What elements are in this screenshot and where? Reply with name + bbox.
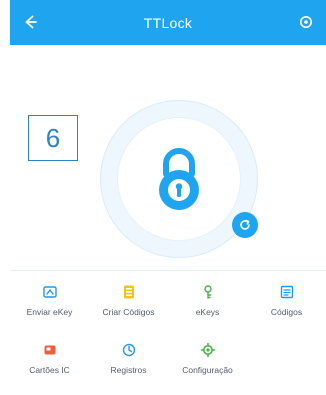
settings-button[interactable] xyxy=(292,8,320,36)
menu-label: Códigos xyxy=(270,307,303,317)
back-button[interactable] xyxy=(16,8,44,36)
padlock-icon xyxy=(159,148,199,210)
settings-icon xyxy=(300,16,312,28)
app-header: TTLock xyxy=(10,0,326,45)
menu-item-records[interactable]: Registros xyxy=(89,341,168,385)
menu-item-send-ekey[interactable]: Enviar eKey xyxy=(10,283,89,327)
menu-label: Criar Códigos xyxy=(102,307,155,317)
menu-item-ekeys[interactable]: eKeys xyxy=(168,283,247,327)
create-codes-icon xyxy=(120,283,138,301)
menu-label: Configuração xyxy=(182,365,233,375)
number-badge: 6 xyxy=(28,115,78,161)
menu-item-configuration[interactable]: Configuração xyxy=(168,341,247,385)
feature-menu: Enviar eKey Criar Códigos eKeys Códigos … xyxy=(10,283,326,393)
menu-item-codes[interactable]: Códigos xyxy=(247,283,326,327)
menu-label: Registros xyxy=(110,365,147,375)
refresh-button[interactable] xyxy=(232,212,258,238)
codes-icon xyxy=(278,283,296,301)
menu-label: eKeys xyxy=(195,307,220,317)
send-ekey-icon xyxy=(41,283,59,301)
menu-item-create-codes[interactable]: Criar Códigos xyxy=(89,283,168,327)
menu-label: Enviar eKey xyxy=(26,307,73,317)
menu-item-ic-cards[interactable]: Cartões IC xyxy=(10,341,89,385)
menu-label: Cartões IC xyxy=(29,365,70,375)
settings-gear-icon xyxy=(199,341,217,359)
ekeys-icon xyxy=(199,283,217,301)
back-arrow-icon xyxy=(25,15,37,29)
ic-cards-icon xyxy=(41,341,59,359)
divider xyxy=(10,270,326,271)
refresh-icon xyxy=(240,219,250,230)
lock-control xyxy=(100,100,258,258)
records-icon xyxy=(120,341,138,359)
unlock-button[interactable] xyxy=(100,100,258,258)
app-title: TTLock xyxy=(143,14,193,31)
